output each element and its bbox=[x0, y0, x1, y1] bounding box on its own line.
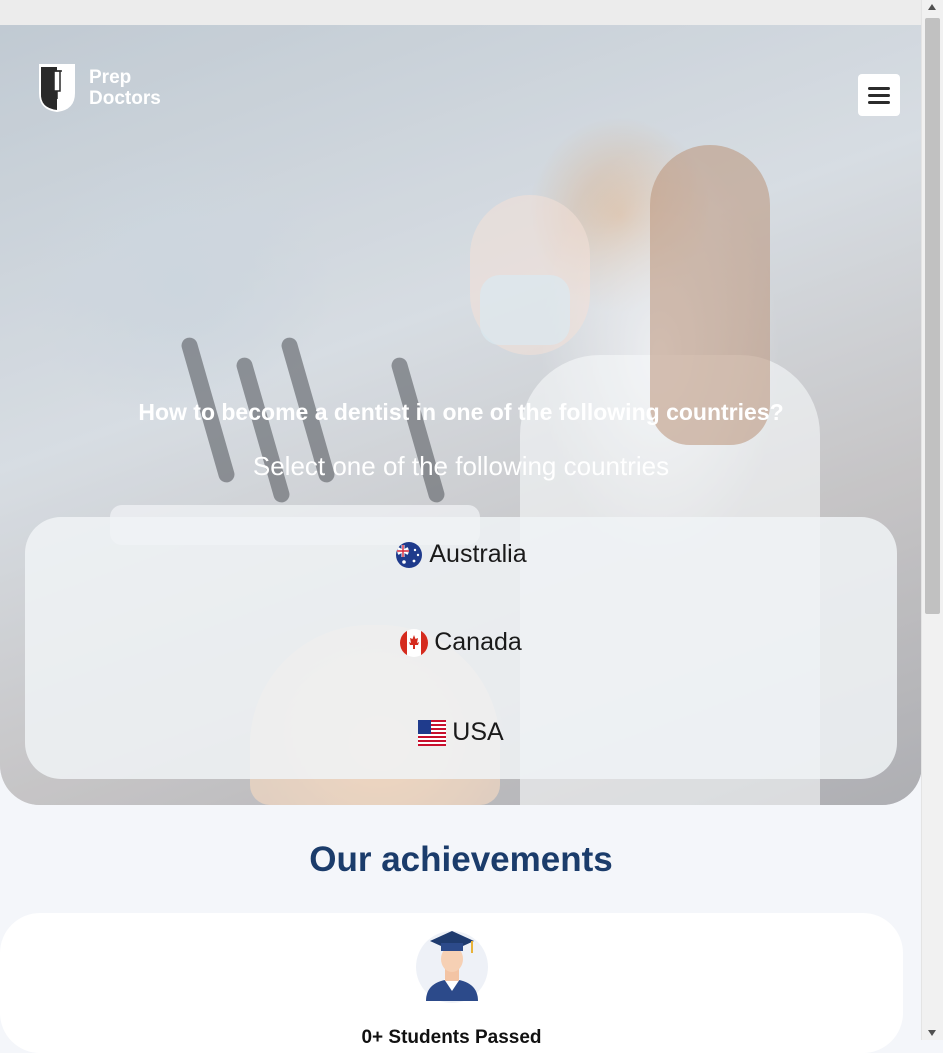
stat-value: 0+ bbox=[361, 1027, 384, 1048]
graduate-icon bbox=[416, 931, 488, 1003]
country-option-usa[interactable]: USA bbox=[25, 718, 897, 747]
menu-bar bbox=[868, 86, 890, 90]
country-label: USA bbox=[452, 718, 504, 746]
menu-bar bbox=[868, 93, 890, 97]
students-passed-stat: 0+ Students Passed bbox=[0, 1027, 903, 1049]
stat-label: Students Passed bbox=[388, 1027, 542, 1048]
brand-name-line2: Doctors bbox=[89, 88, 161, 109]
brand-logo-link[interactable]: Prep Doctors bbox=[38, 63, 161, 113]
australia-flag-icon bbox=[396, 541, 423, 568]
hamburger-menu-button[interactable] bbox=[858, 74, 900, 116]
country-label: Canada bbox=[434, 628, 522, 656]
usa-flag-icon bbox=[418, 719, 447, 746]
hero-title: How to become a dentist in one of the fo… bbox=[138, 399, 784, 425]
page-scrollbar[interactable] bbox=[921, 0, 943, 1040]
menu-bar bbox=[868, 100, 890, 104]
hero-subtitle: Select one of the following countries bbox=[252, 451, 670, 481]
scrollbar-thumb[interactable] bbox=[925, 18, 940, 614]
country-option-canada[interactable]: Canada bbox=[25, 628, 897, 657]
canada-flag-icon bbox=[400, 628, 429, 657]
achievements-heading: Our achievements bbox=[309, 840, 613, 879]
country-option-australia[interactable]: Australia bbox=[25, 540, 897, 569]
scroll-up-arrow-icon[interactable] bbox=[928, 4, 936, 10]
scroll-down-arrow-icon[interactable] bbox=[928, 1030, 936, 1036]
country-label: Australia bbox=[429, 540, 527, 568]
browser-top-strip bbox=[0, 0, 943, 25]
brand-name-line1: Prep bbox=[89, 67, 132, 88]
shield-logo-icon bbox=[39, 64, 75, 113]
country-selection-card: Australia Canada USA bbox=[25, 517, 897, 779]
